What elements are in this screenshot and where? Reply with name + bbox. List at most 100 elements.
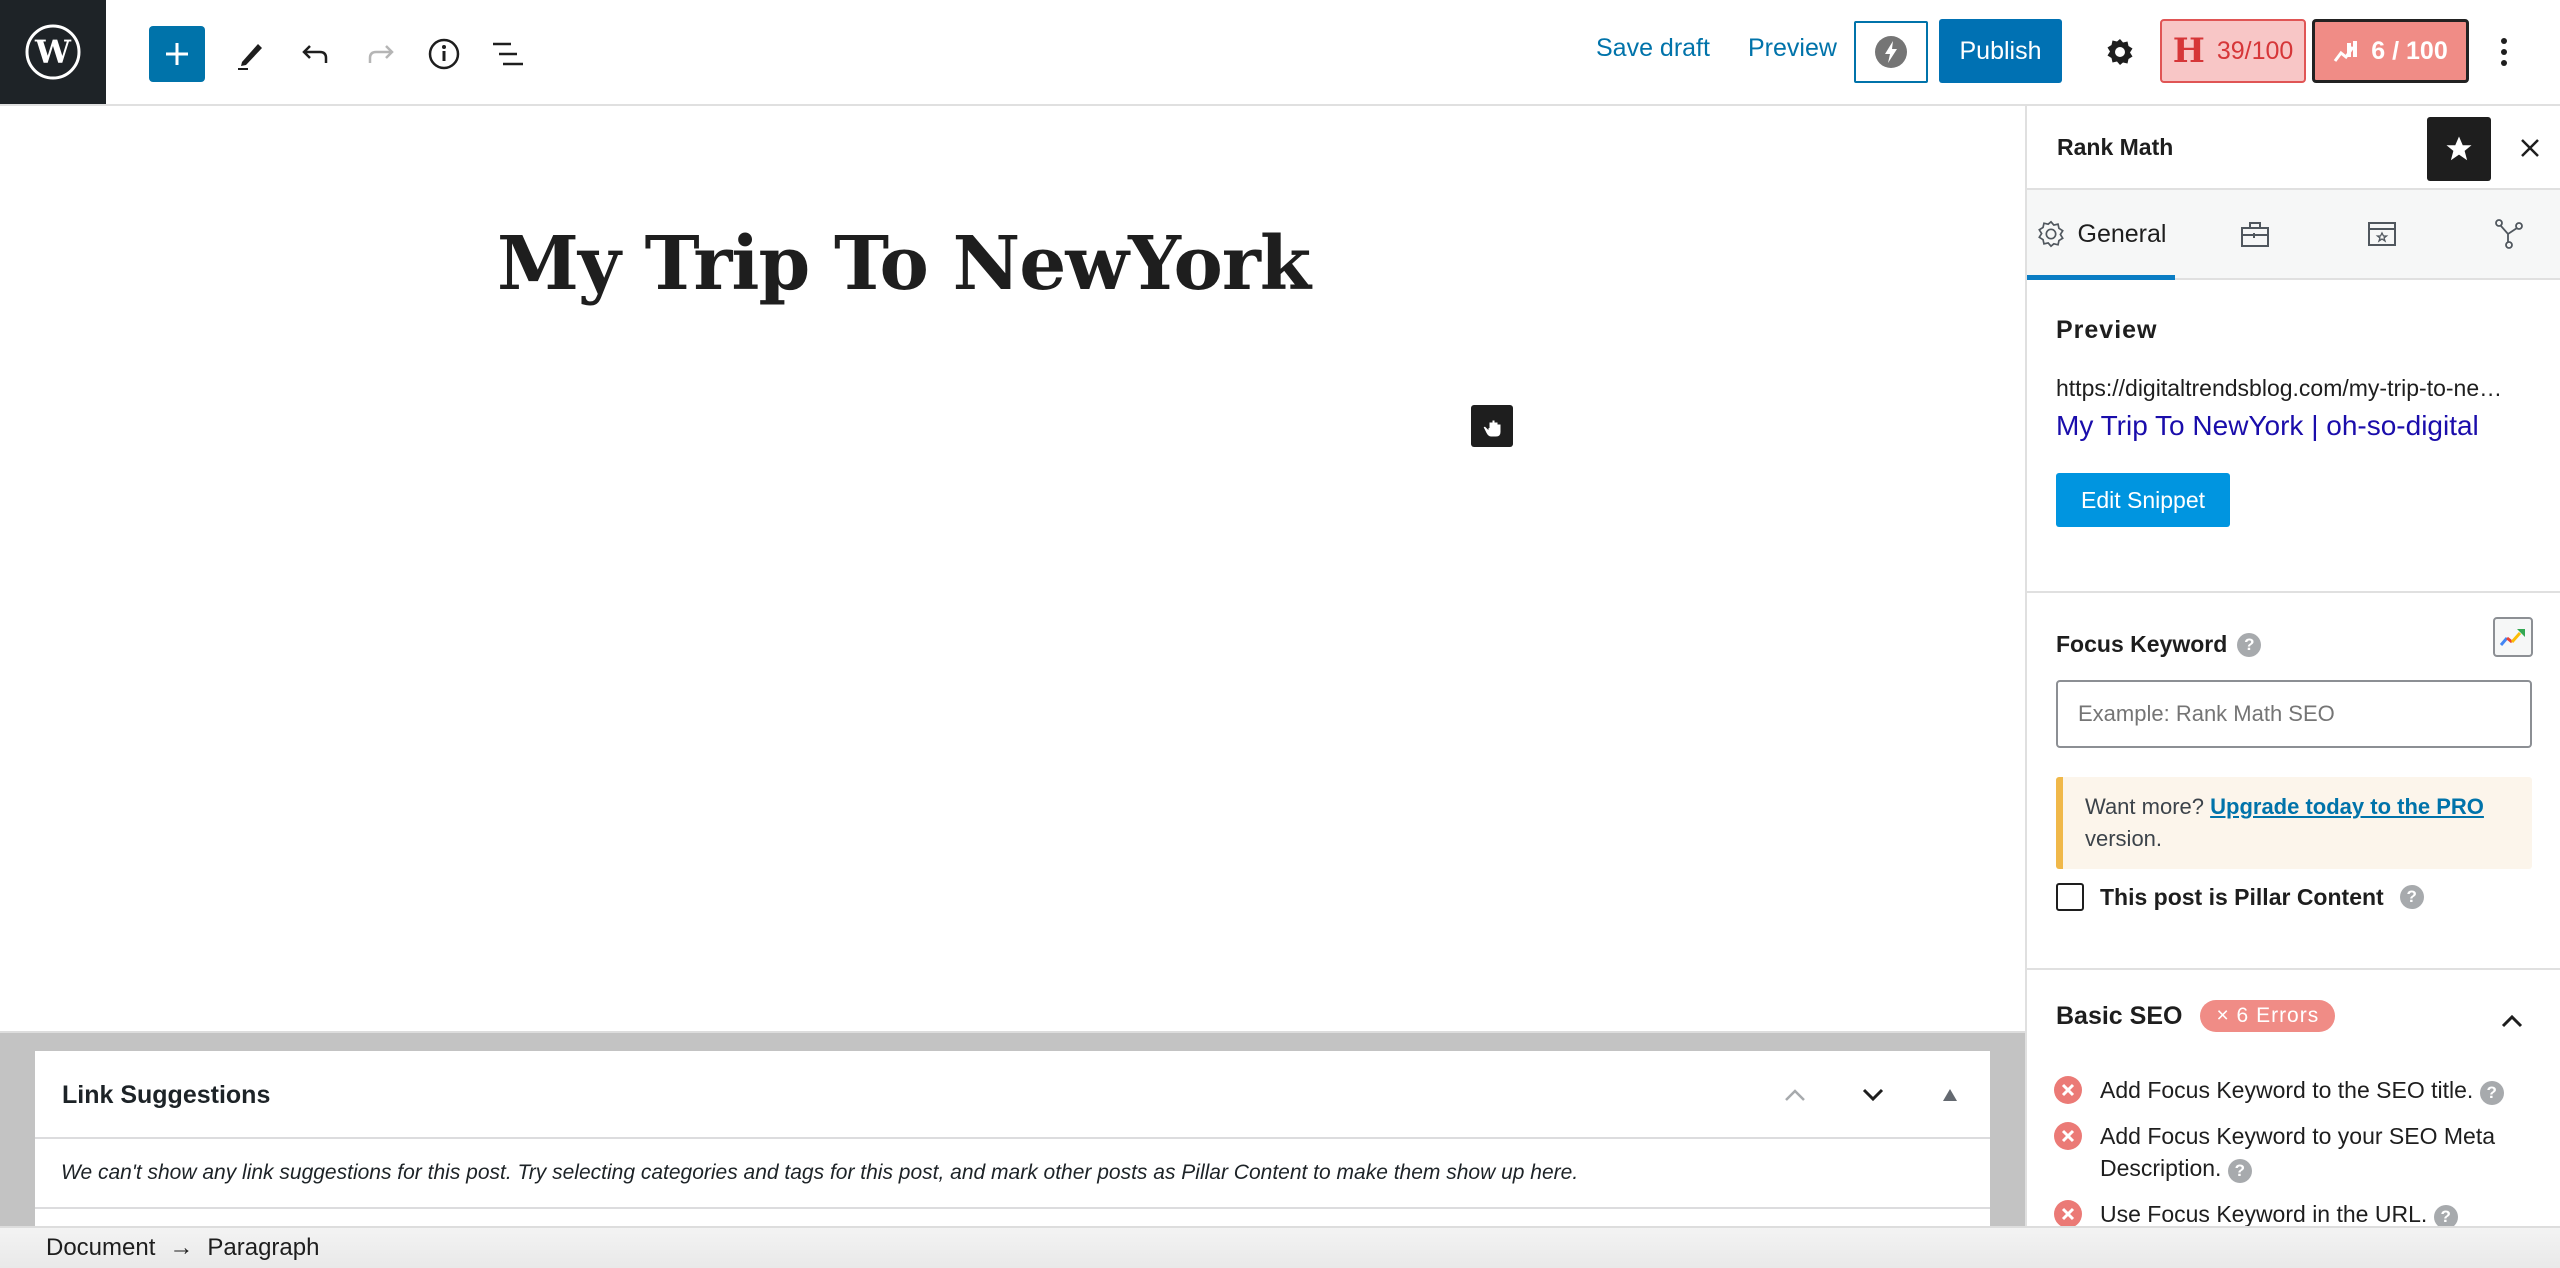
tab-advanced[interactable] <box>2205 190 2305 278</box>
help-icon[interactable]: ? <box>2433 1205 2458 1226</box>
seo-check-item: Use Focus Keyword in the URL. ? <box>2054 1198 2534 1226</box>
schema-icon <box>2368 222 2396 246</box>
gear-icon <box>2107 39 2133 65</box>
seo-check-text: Add Focus Keyword to the SEO title. <box>2100 1077 2474 1103</box>
wordpress-icon: W <box>25 24 81 80</box>
svg-text:W: W <box>34 33 72 71</box>
pillar-content-label[interactable]: This post is Pillar Content <box>2100 884 2384 911</box>
undo-button[interactable] <box>288 26 344 82</box>
list-view-button[interactable] <box>480 26 536 82</box>
basic-seo-panel: Basic SEO × 6 Errors Add Focus Keyword t… <box>2027 970 2560 1226</box>
info-icon <box>428 38 460 70</box>
sidebar-header: Rank Math <box>2027 106 2560 190</box>
breadcrumb-arrow-icon: → <box>169 1234 194 1261</box>
triangle-up-icon <box>1943 1089 1957 1101</box>
block-drag-handle[interactable] <box>1471 405 1513 447</box>
help-icon[interactable]: ? <box>2237 632 2262 657</box>
list-view-icon <box>493 42 523 66</box>
pillar-content-option: This post is Pillar Content ? <box>2056 883 2424 911</box>
preview-button[interactable]: Preview <box>1748 34 1837 63</box>
block-breadcrumb-bar: Document → Paragraph <box>0 1226 2560 1268</box>
headline-score-button[interactable]: H 39/100 <box>2160 19 2306 83</box>
rank-math-icon <box>2334 41 2358 62</box>
pillar-content-checkbox[interactable] <box>2056 883 2084 911</box>
gear-icon <box>2037 220 2064 248</box>
help-icon[interactable]: ? <box>2227 1159 2252 1183</box>
snippet-title[interactable]: My Trip To NewYork | oh-so-digital <box>2056 410 2479 442</box>
tools-button[interactable] <box>222 26 278 82</box>
toggle-panel-button[interactable] <box>1930 1075 1970 1115</box>
more-vertical-icon <box>2501 38 2507 66</box>
focus-keyword-input[interactable] <box>2056 680 2532 748</box>
help-icon[interactable]: ? <box>2479 1081 2504 1105</box>
headline-score: 39/100 <box>2216 36 2294 65</box>
basic-seo-title: Basic SEO <box>2056 1001 2183 1030</box>
pencil-icon <box>238 44 262 70</box>
seo-check-text: Use Focus Keyword in the URL. <box>2100 1201 2428 1226</box>
seo-check-item: Add Focus Keyword to the SEO title. ? <box>2054 1074 2534 1106</box>
error-x-icon <box>2054 1076 2082 1104</box>
move-down-button[interactable] <box>1853 1075 1893 1115</box>
collapse-basic-seo-button[interactable] <box>2497 1006 2527 1036</box>
pin-sidebar-button[interactable] <box>2427 117 2491 181</box>
upgrade-notice: Want more? Upgrade today to the PRO vers… <box>2056 777 2532 869</box>
trends-icon <box>2499 629 2525 646</box>
google-trends-button[interactable] <box>2493 617 2533 657</box>
tab-schema[interactable] <box>2332 190 2432 278</box>
editor-header: W Save draft Preview Publish H 39/100 6 … <box>0 0 2560 106</box>
breadcrumb-paragraph[interactable]: Paragraph <box>207 1234 319 1262</box>
metabox-area: Link Suggestions We can't show any link … <box>0 1031 2025 1251</box>
basic-seo-header[interactable]: Basic SEO × 6 Errors <box>2056 1000 2336 1032</box>
redo-button[interactable] <box>352 26 408 82</box>
hand-cursor-icon <box>1482 416 1502 438</box>
close-icon <box>2521 139 2539 157</box>
add-block-button[interactable] <box>149 26 205 82</box>
upgrade-prefix: Want more? <box>2085 794 2211 819</box>
seo-check-list: Add Focus Keyword to the SEO title. ? Ad… <box>2054 1074 2534 1226</box>
undo-icon <box>302 45 328 63</box>
edit-snippet-button[interactable]: Edit Snippet <box>2056 473 2230 527</box>
breadcrumb-document[interactable]: Document <box>46 1234 155 1262</box>
tab-general[interactable]: General <box>2027 190 2175 280</box>
move-up-button[interactable] <box>1775 1075 1815 1115</box>
tab-general-label: General <box>2077 219 2167 248</box>
link-suggestions-message: We can't show any link suggestions for t… <box>61 1161 1579 1184</box>
publish-button[interactable]: Publish <box>1939 19 2062 83</box>
headline-h-icon: H <box>2172 31 2205 71</box>
snippet-url: https://digitaltrendsblog.com/my-trip-to… <box>2056 375 2516 401</box>
wordpress-logo[interactable]: W <box>0 0 106 104</box>
details-button[interactable] <box>416 26 472 82</box>
sidebar-tabs: General <box>2027 190 2560 280</box>
options-button[interactable] <box>2484 26 2524 78</box>
sidebar-title: Rank Math <box>2057 134 2174 160</box>
help-icon[interactable]: ? <box>2399 885 2424 909</box>
amp-button[interactable] <box>1854 21 1928 83</box>
chevron-up-icon <box>2501 1014 2523 1028</box>
post-title[interactable]: My Trip To NewYork <box>497 221 1311 307</box>
error-x-icon <box>2054 1200 2082 1226</box>
plus-icon <box>166 43 188 65</box>
focus-keyword-text: Focus Keyword <box>2056 631 2228 657</box>
seo-check-item: Add Focus Keyword to your SEO Meta Descr… <box>2054 1120 2534 1184</box>
breadcrumb: Document → Paragraph <box>46 1234 319 1262</box>
editor-canvas: My Trip To NewYork <box>0 106 2025 1032</box>
error-x-icon <box>2054 1122 2082 1150</box>
save-draft-button[interactable]: Save draft <box>1596 34 1710 63</box>
metabox-body: We can't show any link suggestions for t… <box>35 1139 1990 1209</box>
metabox-header: Link Suggestions <box>35 1051 1990 1139</box>
snippet-preview-panel: Preview https://digitaltrendsblog.com/my… <box>2027 280 2560 593</box>
upgrade-link[interactable]: Upgrade today to the PRO <box>2210 794 2484 819</box>
seo-check-text: Add Focus Keyword to your SEO Meta Descr… <box>2100 1123 2496 1181</box>
tab-social[interactable] <box>2459 190 2559 278</box>
toolbox-icon <box>2241 222 2269 247</box>
close-sidebar-button[interactable] <box>2508 126 2552 170</box>
focus-keyword-panel: Focus Keyword ? Want more? Upgrade today… <box>2027 593 2560 970</box>
settings-button[interactable] <box>2094 26 2146 78</box>
rank-math-score-button[interactable]: 6 / 100 <box>2312 19 2469 83</box>
link-suggestions-metabox: Link Suggestions We can't show any link … <box>35 1051 1990 1251</box>
upgrade-suffix: version. <box>2085 826 2163 851</box>
rank-math-score: 6 / 100 <box>2371 36 2448 65</box>
social-icon <box>2495 219 2523 249</box>
rank-math-sidebar: Rank Math General Preview https://digita… <box>2025 106 2560 1226</box>
redo-icon <box>368 45 394 63</box>
